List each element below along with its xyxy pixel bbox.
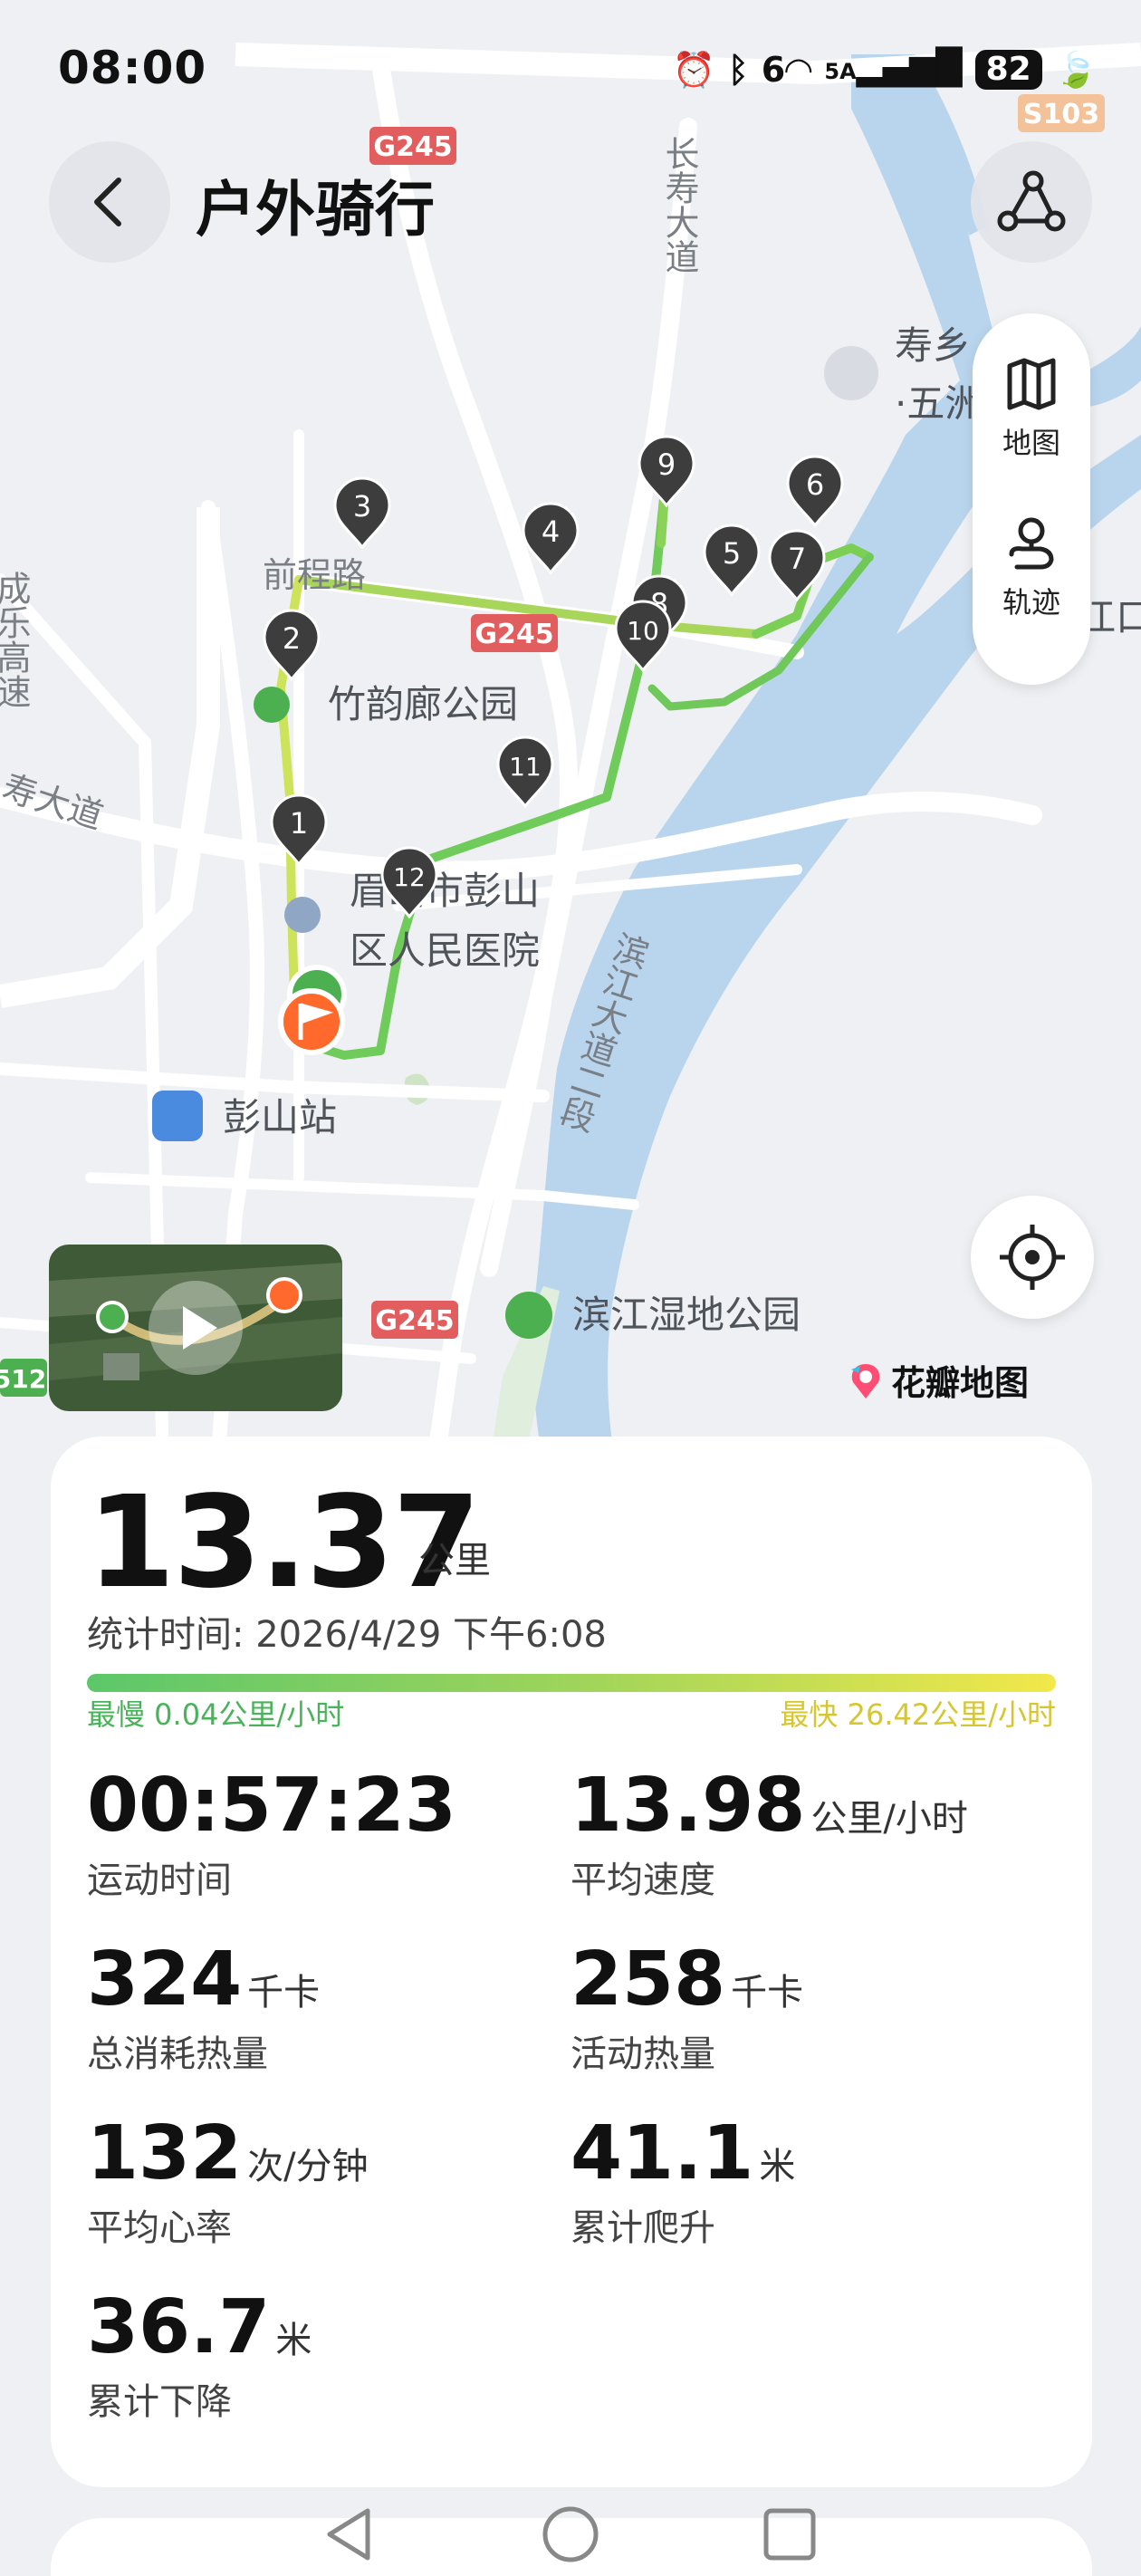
chevron-left-icon: [94, 178, 121, 226]
metric-unit: 米: [275, 2320, 312, 2361]
metric-label: 运动时间: [87, 1860, 232, 1901]
metric-elevation-gain: 41.1 米 累计爬升: [570, 2110, 795, 2251]
svg-text:·五洲: ·五洲: [895, 381, 983, 426]
svg-text:彭山站: 彭山站: [223, 1095, 337, 1139]
map-brand-label: 花瓣地图: [891, 1363, 1030, 1403]
road-shield-label: G245: [373, 131, 452, 163]
nav-recents-icon[interactable]: [763, 2508, 816, 2561]
metric-label: 平均心率: [87, 2207, 232, 2249]
slowest-speed: 最慢 0.04公里/小时: [87, 1697, 345, 1732]
road-shield-s512: 512: [0, 1359, 47, 1397]
record-time-label: 统计时间:: [87, 1614, 244, 1656]
track-icon: [1009, 517, 1054, 570]
metric-value: 324: [87, 1937, 243, 2023]
stats-card: 13.37 公里 统计时间: 2026/4/29 下午6:08 最慢 0.04公…: [51, 1437, 1092, 2487]
metric-value: 00:57:23: [87, 1763, 456, 1849]
metric-active-calories: 258 千卡 活动热量: [570, 1937, 803, 2077]
svg-text:512: 512: [0, 1364, 46, 1394]
screen: G245 G245 G245 S103 512 长寿大道 前程路 成乐高速 寿大…: [0, 0, 1141, 2576]
metric-value: 41.1: [570, 2110, 754, 2196]
metric-label: 累计爬升: [570, 2207, 715, 2249]
road-shield-g245-mid: G245: [471, 614, 558, 652]
poi-station[interactable]: 彭山站: [152, 1091, 337, 1141]
metric-unit: 千卡: [247, 1972, 321, 2014]
bluetooth-icon: ᛒ: [727, 49, 749, 90]
km-marker-label: 7: [788, 542, 806, 576]
km-marker-label: 5: [723, 536, 741, 571]
record-time-value: 2026/4/29 下午6:08: [255, 1614, 607, 1656]
metric-unit: 米: [759, 2146, 796, 2187]
status-icons: ⏰ ᛒ 6◠ 5A▂▄▆█ 82 🍃: [673, 45, 1098, 93]
leaf-icon: 🍃: [1054, 49, 1098, 90]
replay-video-thumbnail[interactable]: [49, 1245, 342, 1411]
map-side-panel: 地图 轨迹: [973, 313, 1090, 685]
status-time: 08:00: [58, 42, 207, 94]
metric-unit: 公里/小时: [810, 1798, 968, 1840]
map-layer-label: 地图: [1002, 426, 1060, 460]
km-marker-label: 1: [290, 806, 308, 841]
km-marker-label: 2: [283, 621, 301, 656]
metric-value: 36.7: [87, 2284, 271, 2370]
route-button[interactable]: [971, 141, 1092, 263]
distance-unit: 公里: [418, 1540, 491, 1581]
km-marker-label: 10: [627, 616, 659, 646]
cellular-signal-icon: 5A▂▄▆█: [824, 47, 963, 87]
system-nav-bar: [327, 2506, 816, 2562]
page-title: 户外骑行: [196, 175, 435, 245]
road-label-changshou: 长寿大道: [659, 136, 699, 274]
svg-text:区人民医院: 区人民医院: [350, 928, 540, 973]
alarm-icon: ⏰: [672, 49, 715, 90]
fastest-speed: 最快 26.42公里/小时: [780, 1697, 1056, 1732]
metric-unit: 千卡: [731, 1972, 804, 2014]
metric-value: 13.98: [570, 1763, 806, 1849]
wifi-icon: 6◠: [761, 49, 812, 90]
speed-gradient-bar: [87, 1674, 1056, 1692]
back-button[interactable]: [49, 141, 170, 263]
metric-label: 累计下降: [87, 2381, 232, 2423]
metric-total-calories: 324 千卡 总消耗热量: [87, 1937, 320, 2077]
metric-label: 总消耗热量: [87, 2033, 268, 2075]
battery-icon: 82: [974, 49, 1042, 90]
road-shield-g245-bottom: G245: [371, 1301, 458, 1339]
metric-label: 活动热量: [570, 2033, 715, 2075]
metric-value: 258: [570, 1937, 726, 2023]
track-button[interactable]: 轨迹: [973, 514, 1090, 621]
svg-text:寿乡: 寿乡: [895, 323, 971, 368]
svg-text:G245: G245: [375, 1305, 454, 1337]
svg-text:G245: G245: [475, 619, 553, 650]
km-marker-label: 9: [657, 447, 676, 482]
metric-unit: 次/分钟: [247, 2146, 369, 2187]
km-marker-label: 12: [393, 862, 426, 892]
status-bar: 08:00 ⏰ ᛒ 6◠ 5A▂▄▆█ 82 🍃: [0, 0, 1141, 136]
nav-home-icon[interactable]: [542, 2506, 599, 2562]
thumb-start-pin: [96, 1301, 129, 1333]
metric-elevation-loss: 36.7 米 累计下降: [87, 2284, 312, 2425]
map-layer-button[interactable]: 地图: [973, 355, 1090, 462]
crosshair-icon: [1000, 1225, 1065, 1290]
svg-text:竹韵廊公园: 竹韵廊公园: [328, 682, 518, 726]
road-label-qiancheng: 前程路: [263, 555, 366, 595]
nav-back-icon[interactable]: [327, 2508, 370, 2561]
svg-text:眉山市彭山: 眉山市彭山: [350, 869, 540, 913]
km-marker-label: 6: [806, 467, 824, 502]
map-icon: [1007, 358, 1056, 410]
km-marker-label: 4: [542, 514, 560, 549]
track-label: 轨迹: [1002, 585, 1060, 620]
metric-duration: 00:57:23 运动时间: [87, 1763, 462, 1903]
svg-text:滨江湿地公园: 滨江湿地公园: [572, 1293, 801, 1337]
km-marker-label: 3: [353, 489, 371, 524]
locate-button[interactable]: [971, 1196, 1094, 1319]
map-brand: 花瓣地图: [848, 1355, 1029, 1405]
thumb-flag-pin: [266, 1277, 302, 1313]
metric-value: 132: [87, 2110, 243, 2196]
metric-avg-speed: 13.98 公里/小时 平均速度: [570, 1763, 968, 1903]
petal-maps-logo-icon: [851, 1363, 880, 1399]
finish-flag-pin[interactable]: [278, 988, 345, 1055]
road-label-chengle: 成乐高速: [0, 571, 31, 708]
route-nodes-icon: [997, 170, 1066, 232]
km-marker-label: 11: [509, 752, 542, 782]
record-time: 统计时间: 2026/4/29 下午6:08: [87, 1605, 607, 1658]
metric-avg-heart-rate: 132 次/分钟 平均心率: [87, 2110, 369, 2251]
metric-label: 平均速度: [570, 1860, 715, 1901]
